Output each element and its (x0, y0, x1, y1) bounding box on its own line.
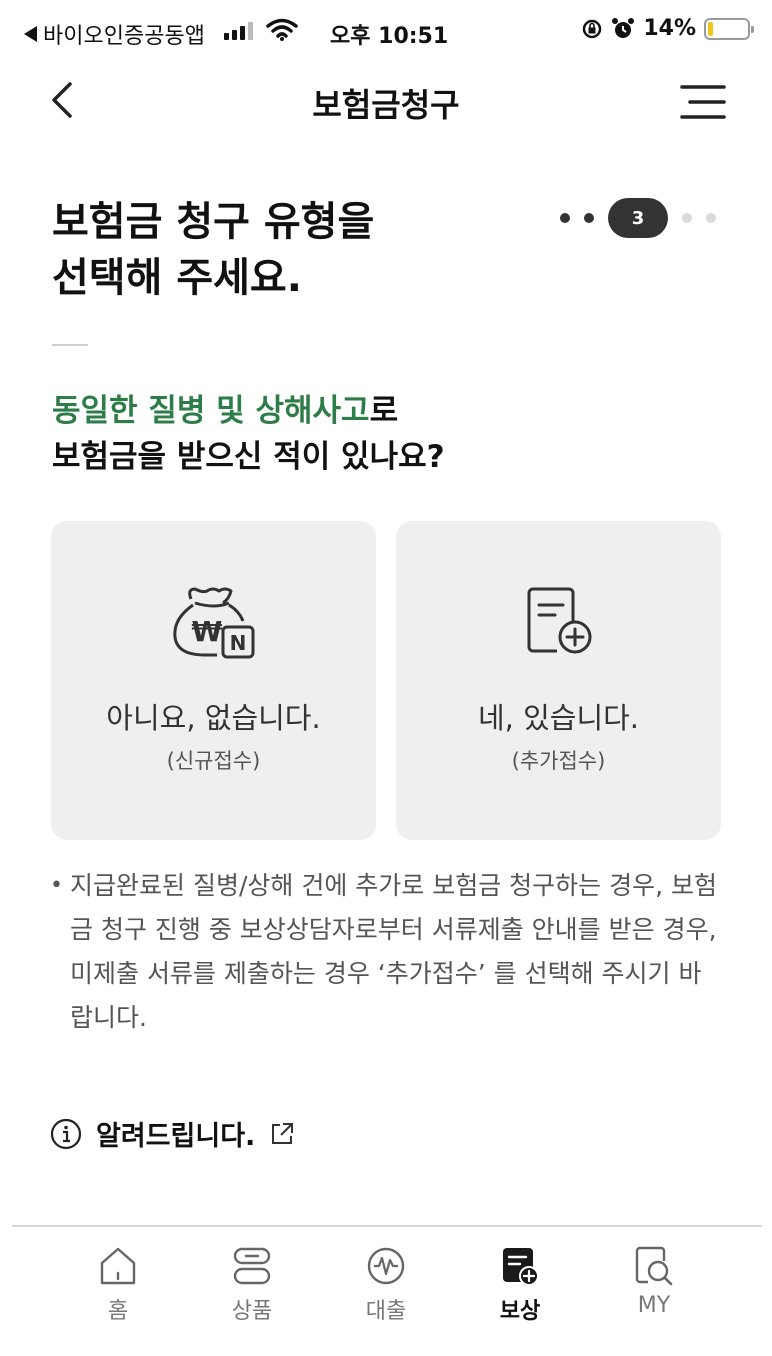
tab-claim-label: 보상 (499, 1299, 541, 1324)
tab-home-label: 홈 (107, 1299, 129, 1324)
divider (52, 344, 88, 346)
option-additional-claim-button[interactable]: 네, 있습니다. (추가접수) (396, 521, 721, 840)
tab-claim[interactable]: 보상 (470, 1245, 570, 1335)
battery-icon (704, 17, 754, 40)
svg-text:N: N (229, 631, 246, 655)
svg-text:₩: ₩ (191, 615, 222, 648)
option-new-claim-button[interactable]: ₩ N 아니요, 없습니다. (신규접수) (51, 521, 376, 840)
tab-products[interactable]: 상품 (202, 1245, 302, 1335)
question-tail: 로 (369, 393, 399, 429)
info-icon (50, 1118, 82, 1149)
claim-icon (503, 1248, 539, 1286)
back-app-label: 바이오인증공동앱 (43, 24, 205, 49)
heading-line-1: 보험금 청구 유형을 (52, 199, 375, 245)
tab-loan-label: 대출 (365, 1299, 407, 1324)
option-additional-sublabel: (추가접수) (511, 749, 606, 773)
option-new-sublabel: (신규접수) (166, 749, 261, 773)
app-header: 보험금청구 (0, 64, 772, 140)
notice-link-label: 알려드립니다. (96, 1121, 256, 1152)
back-triangle-icon (24, 26, 37, 42)
notice-text: • 지급완료된 질병/상해 건에 추가로 보험금 청구하는 경우, 보험금 청구… (50, 864, 720, 1040)
rotation-lock-icon (583, 19, 602, 38)
status-bar: 바이오인증공동앱 오후 10:51 14% (0, 0, 772, 64)
step-dot-upcoming (706, 213, 716, 223)
tab-my[interactable]: MY (604, 1245, 704, 1335)
back-to-app-link[interactable]: 바이오인증공동앱 (24, 18, 205, 50)
status-right-group: 14% (581, 16, 754, 41)
menu-icon[interactable] (680, 84, 726, 120)
external-link-icon (272, 1122, 294, 1144)
heading-line-2: 선택해 주세요. (52, 255, 302, 301)
battery-percent: 14% (643, 16, 696, 41)
cellular-signal-icon (224, 22, 253, 40)
wifi-icon (266, 18, 298, 41)
notice-body: 지급완료된 질병/상해 건에 추가로 보험금 청구하는 경우, 보험금 청구 진… (70, 871, 717, 1032)
bottom-tab-bar: 홈 상품 대출 보상 MY (0, 1227, 772, 1356)
option-additional-label: 네, 있습니다. (477, 701, 640, 735)
product-icon (233, 1247, 271, 1285)
option-new-label: 아니요, 없습니다. (106, 701, 321, 735)
step-dot-upcoming (682, 213, 692, 223)
step-dot-done (584, 213, 594, 223)
document-add-icon (527, 587, 591, 654)
alarm-icon (612, 17, 635, 38)
section-heading: 보험금 청구 유형을 선택해 주세요. (52, 194, 512, 306)
notice-link[interactable]: 알려드립니다. (50, 1114, 295, 1153)
home-icon (100, 1247, 136, 1285)
step-current-badge: 3 (608, 198, 668, 238)
battery-fill (708, 21, 714, 36)
tab-home[interactable]: 홈 (68, 1245, 168, 1335)
step-dot-done (560, 213, 570, 223)
tab-products-label: 상품 (231, 1299, 273, 1324)
question-line-2: 보험금을 받으신 적이 있나요? (52, 439, 445, 475)
tab-loan[interactable]: 대출 (336, 1245, 436, 1335)
tab-my-label: MY (637, 1293, 671, 1318)
page-title: 보험금청구 (312, 86, 460, 124)
question-highlight: 동일한 질병 및 상해사고 (52, 393, 370, 429)
status-time: 오후 10:51 (330, 24, 449, 49)
money-bag-won-new-icon: ₩ N (172, 587, 254, 659)
loan-icon (367, 1247, 405, 1285)
my-search-icon (635, 1246, 673, 1286)
step-indicator: 3 (560, 198, 716, 238)
question-text: 동일한 질병 및 상해사고로 보험금을 받으신 적이 있나요? (52, 388, 445, 480)
notice-bullet: • (50, 873, 63, 898)
